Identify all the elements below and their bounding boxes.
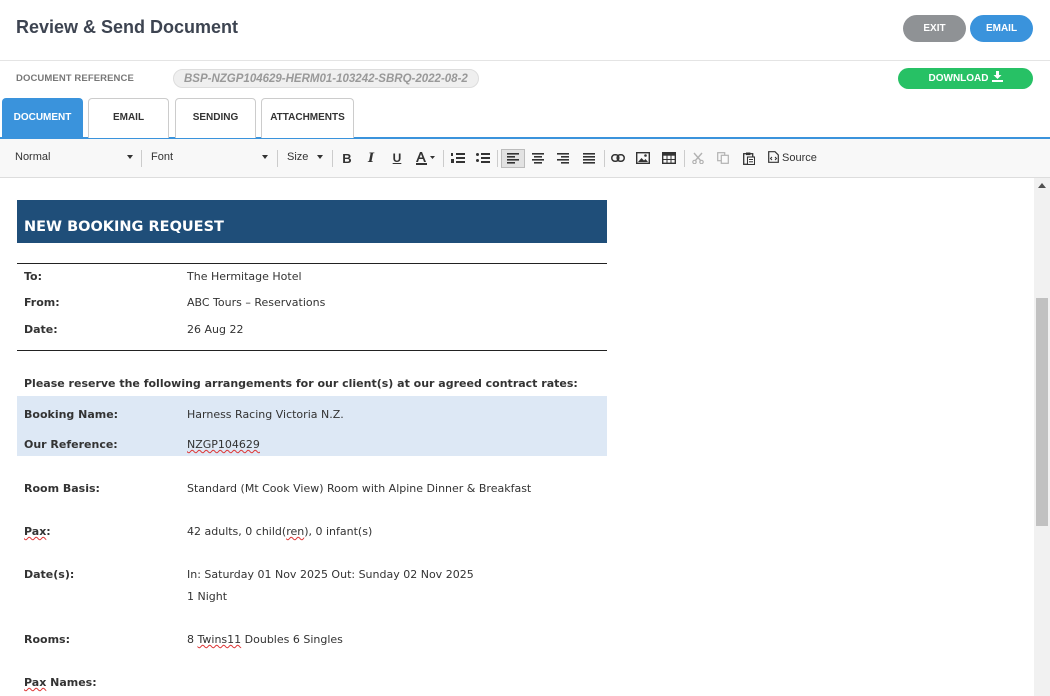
tab-document[interactable]: DOCUMENT bbox=[2, 98, 83, 138]
pax-label: Pax: bbox=[24, 525, 51, 538]
tab-bar: DOCUMENT EMAIL SENDING ATTACHMENTS bbox=[0, 97, 1050, 139]
booking-name-value: Harness Racing Victoria N.Z. bbox=[187, 408, 344, 421]
exit-button[interactable]: EXIT bbox=[903, 15, 966, 42]
page-header: Review & Send Document EXIT EMAIL bbox=[0, 0, 1050, 61]
size-select-value: Size bbox=[287, 151, 309, 163]
pax-names-label: Pax Names: bbox=[24, 676, 97, 689]
our-reference-label: Our Reference: bbox=[24, 438, 118, 451]
rooms-label: Rooms: bbox=[24, 633, 70, 646]
toolbar-divider bbox=[141, 150, 142, 167]
chevron-down-icon bbox=[262, 155, 268, 159]
from-label: From: bbox=[24, 296, 60, 309]
format-select[interactable]: Normal bbox=[15, 151, 133, 163]
document-reference-value: BSP-NZGP104629-HERM01-103242-SBRQ-2022-0… bbox=[173, 69, 479, 88]
intro-text: Please reserve the following arrangement… bbox=[24, 377, 578, 390]
cut-icon[interactable] bbox=[688, 149, 708, 168]
document-editor[interactable]: NEW BOOKING REQUEST To: The Hermitage Ho… bbox=[0, 178, 1034, 696]
align-left-icon[interactable] bbox=[501, 149, 525, 168]
bold-icon[interactable]: B bbox=[337, 149, 357, 168]
booking-details: Room Basis: Standard (Mt Cook View) Room… bbox=[17, 456, 607, 696]
chevron-down-icon bbox=[127, 155, 133, 159]
toolbar-divider bbox=[684, 150, 685, 167]
room-basis-value: Standard (Mt Cook View) Room with Alpine… bbox=[187, 482, 532, 495]
from-value: ABC Tours – Reservations bbox=[187, 296, 326, 309]
paste-icon[interactable] bbox=[739, 149, 759, 168]
dates-label: Date(s): bbox=[24, 568, 75, 581]
rooms-row: Rooms: 8 Twins11 Doubles 6 Singles bbox=[17, 633, 607, 659]
to-value: The Hermitage Hotel bbox=[187, 270, 302, 283]
copy-icon[interactable] bbox=[713, 149, 733, 168]
pax-names-row: Pax Names: bbox=[17, 676, 607, 696]
room-basis-row: Room Basis: Standard (Mt Cook View) Room… bbox=[17, 482, 607, 508]
date-row: Date: 26 Aug 22 bbox=[17, 322, 607, 350]
table-icon[interactable] bbox=[659, 149, 679, 168]
italic-icon[interactable]: I bbox=[361, 149, 381, 168]
download-icon bbox=[991, 71, 1003, 82]
document-banner: NEW BOOKING REQUEST bbox=[17, 200, 607, 243]
booking-highlight: Booking Name: Harness Racing Victoria N.… bbox=[17, 396, 607, 456]
rooms-value: 8 Twins11 Doubles 6 Singles bbox=[187, 633, 343, 646]
nights-value: 1 Night bbox=[187, 590, 228, 603]
our-reference-value: NZGP104629 bbox=[187, 438, 260, 451]
to-row: To: The Hermitage Hotel bbox=[17, 270, 607, 296]
from-row: From: ABC Tours – Reservations bbox=[17, 296, 607, 322]
tab-email[interactable]: EMAIL bbox=[88, 98, 169, 138]
font-select-value: Font bbox=[151, 151, 174, 163]
editor-scrollbar[interactable] bbox=[1034, 178, 1050, 696]
tab-sending[interactable]: SENDING bbox=[175, 98, 256, 138]
download-button[interactable]: DOWNLOAD bbox=[898, 68, 1033, 89]
link-icon[interactable] bbox=[608, 149, 628, 168]
justify-icon[interactable] bbox=[579, 149, 599, 168]
pax-row: Pax: 42 adults, 0 child(ren), 0 infant(s… bbox=[17, 525, 607, 551]
align-center-icon[interactable] bbox=[528, 149, 548, 168]
bulleted-list-icon[interactable] bbox=[473, 149, 493, 168]
download-label: DOWNLOAD bbox=[928, 73, 989, 84]
text-color-icon[interactable] bbox=[414, 149, 438, 168]
booking-name-row: Booking Name: Harness Racing Victoria N.… bbox=[17, 408, 607, 434]
pax-value: 42 adults, 0 child(ren), 0 infant(s) bbox=[187, 525, 373, 538]
room-basis-label: Room Basis: bbox=[24, 482, 100, 495]
document-reference-label: DOCUMENT REFERENCE bbox=[16, 73, 134, 84]
date-value: 26 Aug 22 bbox=[187, 323, 244, 336]
toolbar-divider bbox=[443, 150, 444, 167]
size-select[interactable]: Size bbox=[287, 151, 324, 163]
editor-toolbar: Normal Font Size B I U Source bbox=[0, 139, 1050, 178]
source-button[interactable]: Source bbox=[768, 151, 817, 164]
to-label: To: bbox=[24, 270, 42, 283]
chevron-down-icon bbox=[317, 155, 323, 159]
nights-row: 1 Night bbox=[17, 590, 607, 616]
image-icon[interactable] bbox=[633, 149, 653, 168]
document-body: NEW BOOKING REQUEST To: The Hermitage Ho… bbox=[17, 200, 607, 696]
source-icon bbox=[768, 151, 779, 163]
underline-icon[interactable]: U bbox=[387, 149, 407, 168]
email-button[interactable]: EMAIL bbox=[970, 15, 1033, 42]
font-select[interactable]: Font bbox=[151, 151, 269, 163]
toolbar-divider bbox=[332, 150, 333, 167]
page-title: Review & Send Document bbox=[16, 17, 239, 37]
toolbar-divider bbox=[497, 150, 498, 167]
scroll-up-arrow-icon[interactable] bbox=[1038, 183, 1046, 188]
format-select-value: Normal bbox=[15, 151, 51, 163]
toolbar-divider bbox=[277, 150, 278, 167]
align-right-icon[interactable] bbox=[553, 149, 573, 168]
scroll-thumb[interactable] bbox=[1036, 298, 1048, 526]
reference-row: DOCUMENT REFERENCE BSP-NZGP104629-HERM01… bbox=[0, 61, 1050, 97]
dates-value: In: Saturday 01 Nov 2025 Out: Sunday 02 … bbox=[187, 568, 474, 581]
booking-name-label: Booking Name: bbox=[24, 408, 119, 421]
tab-attachments[interactable]: ATTACHMENTS bbox=[261, 98, 354, 138]
numbered-list-icon[interactable] bbox=[448, 149, 468, 168]
date-label: Date: bbox=[24, 323, 58, 336]
source-label: Source bbox=[782, 152, 817, 164]
toolbar-divider bbox=[604, 150, 605, 167]
